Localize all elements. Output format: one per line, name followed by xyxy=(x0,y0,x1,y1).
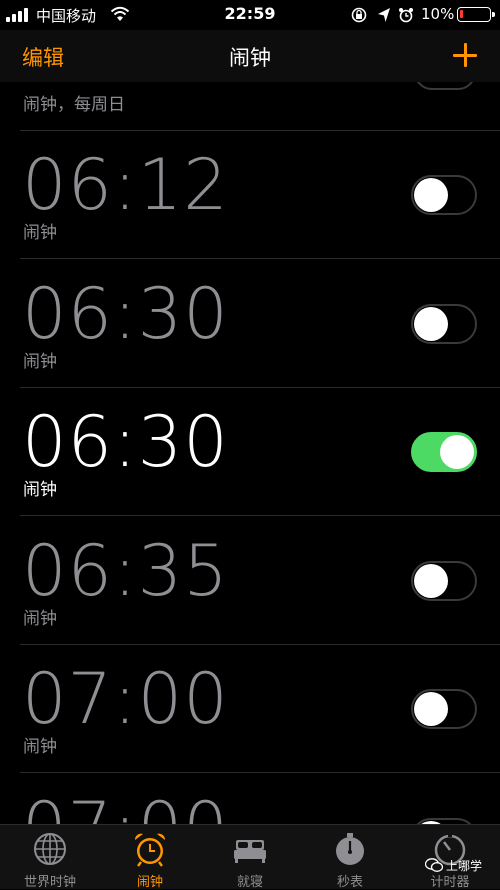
alarm-toggle[interactable] xyxy=(411,432,477,472)
bed-icon xyxy=(234,840,266,863)
alarm-time: 06:30 xyxy=(22,401,229,483)
alarm-row[interactable]: 06:30 闹钟 xyxy=(0,260,500,388)
globe-icon xyxy=(34,833,66,865)
alarm-time: 07:00 xyxy=(22,658,229,740)
tab-world-clock[interactable]: 世界时钟 xyxy=(0,825,100,890)
status-bar: 中国移动 22:59 10% xyxy=(0,0,500,30)
page-title: 闹钟 xyxy=(229,46,271,70)
alarm-toggle[interactable] xyxy=(411,560,477,601)
alarm-label: 闹钟 xyxy=(23,223,57,243)
alarm-toggle[interactable] xyxy=(411,175,477,215)
alarm-row[interactable]: 07:00 xyxy=(0,774,500,825)
battery-level-fill xyxy=(460,10,463,18)
navigation-bar: 编辑 闹钟 xyxy=(0,30,500,82)
tab-label: 闹钟 xyxy=(136,875,163,890)
toggle-knob xyxy=(440,435,474,469)
tab-bedtime[interactable]: 就寝 xyxy=(200,825,300,890)
toggle-knob xyxy=(414,692,448,726)
status-icons xyxy=(351,7,413,23)
orientation-lock-icon xyxy=(351,7,367,23)
location-icon xyxy=(378,8,390,22)
add-alarm-button[interactable] xyxy=(450,40,482,72)
watermark: 上哪学 xyxy=(425,856,495,876)
toggle-knob xyxy=(414,178,448,212)
tab-label: 世界时钟 xyxy=(23,875,76,890)
alarm-label: 闹钟 xyxy=(23,608,57,629)
toggle-knob xyxy=(414,306,448,341)
tab-label: 就寝 xyxy=(236,875,263,890)
watermark-text: 上哪学 xyxy=(446,859,483,873)
tab-label: 秒表 xyxy=(336,875,363,890)
alarm-label: 闹钟 xyxy=(23,480,57,500)
alarm-list[interactable]: 闹钟，每周日 06:12 闹钟 06:30 闹钟 06:30 闹钟 06:35 闹钟 07:00… xyxy=(0,82,500,824)
battery-icon xyxy=(457,7,495,22)
alarm-time: 06:12 xyxy=(22,144,229,226)
alarm-clock-icon xyxy=(134,833,166,867)
alarm-time: 07:00 xyxy=(22,788,229,825)
alarm-row[interactable]: 06:35 闹钟 xyxy=(0,517,500,645)
wechat-icon xyxy=(425,858,443,872)
alarm-row-partial-top[interactable]: 闹钟，每周日 xyxy=(0,82,500,131)
alarm-label: 闹钟 xyxy=(23,351,57,372)
stopwatch-icon xyxy=(336,833,364,865)
alarm-label: 闹钟，每周日 xyxy=(23,95,125,115)
alarm-icon xyxy=(399,8,413,23)
alarm-toggle[interactable] xyxy=(414,82,476,90)
alarm-toggle[interactable] xyxy=(411,303,477,344)
alarm-toggle[interactable] xyxy=(411,689,477,729)
alarm-time: 06:35 xyxy=(22,529,229,612)
toggle-knob xyxy=(414,563,448,598)
battery-percent: 10% xyxy=(421,5,455,23)
tab-stopwatch[interactable]: 秒表 xyxy=(300,825,400,890)
alarm-row[interactable]: 06:12 闹钟 xyxy=(0,131,500,259)
tab-alarm[interactable]: 闹钟 xyxy=(100,825,200,890)
alarm-label: 闹钟 xyxy=(23,737,57,757)
alarm-time: 06:30 xyxy=(22,272,229,355)
alarm-row[interactable]: 07:00 闹钟 xyxy=(0,645,500,773)
alarm-row[interactable]: 06:30 闹钟 xyxy=(0,388,500,516)
